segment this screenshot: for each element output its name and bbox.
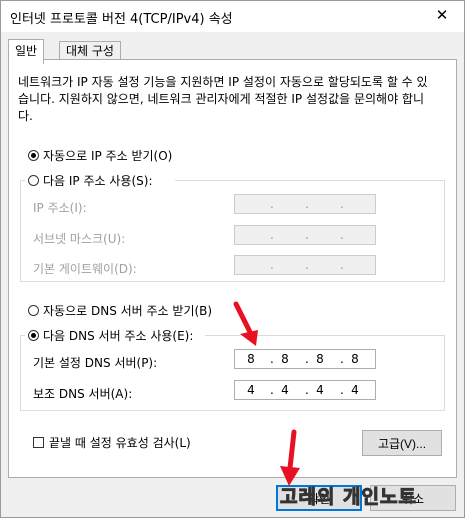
ip-dot: . [305,352,309,366]
alternate-dns-seg-1: 4 [247,383,255,397]
ip-dot: . [340,383,344,397]
radio-auto-dns[interactable]: 자동으로 DNS 서버 주소 받기(B) [28,302,212,319]
ip-address-label: IP 주소(I): [33,201,87,215]
radio-auto-ip-label: 자동으로 IP 주소 받기(O) [43,149,173,163]
radio-auto-ip-indicator[interactable] [28,150,39,161]
ip-dot: . [340,197,344,211]
ip-dot: . [340,228,344,242]
ip-dot: . [270,228,274,242]
radio-auto-dns-label: 자동으로 DNS 서버 주소 받기(B) [43,304,213,318]
subnet-mask-label: 서브넷 마스크(U): [33,232,126,246]
ip-dot: . [270,258,274,272]
preferred-dns-input[interactable]: 8 . 8 . 8 . 8 [234,349,376,369]
alternate-dns-input[interactable]: 4 . 4 . 4 . 4 [234,380,376,400]
subnet-mask-input[interactable]: . . . [234,225,376,245]
window-title: 인터넷 프로토콜 버전 4(TCP/IPv4) 속성 [10,12,233,27]
close-icon[interactable]: ✕ [432,6,452,24]
tab-alternate-label: 대체 구성 [66,44,114,58]
alternate-dns-label: 보조 DNS 서버(A): [33,387,133,401]
tab-strip: 일반 대체 구성 [1,32,464,64]
ip-dot: . [305,228,309,242]
radio-manual-dns-label: 다음 DNS 서버 주소 사용(E): [43,329,194,343]
advanced-button[interactable]: 고급(V)... [362,430,442,456]
preferred-dns-seg-3: 8 [316,352,324,366]
red-arrow-icon [233,301,258,346]
validate-on-exit-checkbox[interactable]: 끝낼 때 설정 유효성 검사(L) [33,434,191,451]
default-gateway-input[interactable]: . . . [234,255,376,275]
preferred-dns-label: 기본 설정 DNS 서버(P): [33,356,158,370]
tab-alternate-config[interactable]: 대체 구성 [59,41,121,61]
preferred-dns-seg-4: 8 [351,352,359,366]
title-bar: 인터넷 프로토콜 버전 4(TCP/IPv4) 속성 ✕ [1,1,464,32]
radio-manual-ip-indicator[interactable] [28,175,39,186]
radio-auto-ip[interactable]: 자동으로 IP 주소 받기(O) [28,147,172,164]
preferred-dns-seg-2: 8 [281,352,289,366]
preferred-dns-seg-1: 8 [247,352,255,366]
alternate-dns-seg-4: 4 [351,383,359,397]
ip-address-input[interactable]: . . . [234,194,376,214]
radio-manual-ip[interactable]: 다음 IP 주소 사용(S): [28,172,152,189]
ip-dot: . [340,352,344,366]
checkbox-indicator[interactable] [33,437,44,448]
ip-dot: . [270,383,274,397]
ip-dot: . [305,258,309,272]
red-arrow-icon [280,429,300,486]
radio-manual-dns[interactable]: 다음 DNS 서버 주소 사용(E): [28,327,193,344]
ip-dot: . [270,197,274,211]
default-gateway-label: 기본 게이트웨이(D): [33,262,137,276]
radio-manual-ip-label: 다음 IP 주소 사용(S): [43,174,153,188]
ip-dot: . [270,352,274,366]
radio-auto-dns-indicator[interactable] [28,305,39,316]
ip-dot: . [340,258,344,272]
tab-general-label: 일반 [15,44,38,58]
tab-general[interactable]: 일반 [8,39,45,64]
validate-on-exit-label: 끝낼 때 설정 유효성 검사(L) [49,436,191,450]
alternate-dns-seg-2: 4 [281,383,289,397]
ip-dot: . [305,383,309,397]
alternate-dns-seg-3: 4 [316,383,324,397]
description-text: 네트워크가 IP 자동 설정 기능을 지원하면 IP 설정이 자동으로 할당되도… [18,75,428,123]
ip-dot: . [305,197,309,211]
radio-manual-dns-indicator[interactable] [28,330,39,341]
watermark-text: 고레의 개인노트 [280,486,417,509]
